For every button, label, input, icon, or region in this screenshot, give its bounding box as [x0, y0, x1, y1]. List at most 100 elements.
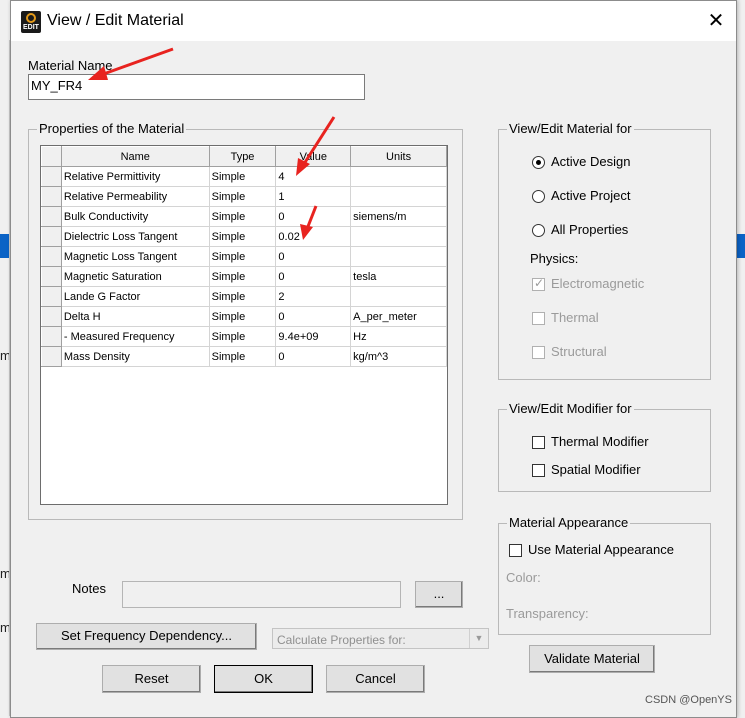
property-units[interactable] — [350, 226, 447, 247]
material-name-input[interactable]: MY_FR4 — [28, 74, 365, 100]
property-value[interactable]: 0 — [275, 346, 352, 367]
validate-material-button[interactable]: Validate Material — [529, 645, 655, 673]
property-name: Relative Permittivity — [61, 166, 210, 187]
property-value[interactable]: 0 — [275, 246, 352, 267]
table-header-row: Name Type Value Units — [41, 146, 447, 167]
property-type[interactable]: Simple — [209, 266, 277, 287]
calculate-properties-select[interactable]: Calculate Properties for: ▼ — [272, 628, 489, 649]
property-units[interactable] — [350, 186, 447, 207]
property-name: Relative Permeability — [61, 186, 210, 207]
table-row[interactable]: Relative Permeability Simple 1 — [41, 186, 447, 207]
row-header[interactable] — [41, 286, 62, 307]
reset-button[interactable]: Reset — [102, 665, 201, 693]
properties-grid[interactable]: Name Type Value Units Relative Permittiv… — [40, 145, 448, 505]
active-project-radio[interactable] — [532, 190, 545, 203]
table-row[interactable]: Dielectric Loss Tangent Simple 0.02 — [41, 226, 447, 247]
property-units[interactable] — [350, 166, 447, 187]
property-units[interactable] — [350, 286, 447, 307]
all-properties-label[interactable]: All Properties — [551, 222, 628, 237]
property-value[interactable]: 0.02 — [275, 226, 352, 247]
property-type[interactable]: Simple — [209, 246, 277, 267]
property-value[interactable]: 4 — [275, 166, 352, 187]
row-header[interactable] — [41, 206, 62, 227]
property-name: Delta H — [61, 306, 210, 327]
transparency-label: Transparency: — [506, 606, 589, 621]
thermal-checkbox[interactable] — [532, 312, 545, 325]
property-name: Bulk Conductivity — [61, 206, 210, 227]
background-panel — [0, 40, 10, 716]
table-row[interactable]: Mass Density Simple 0 kg/m^3 — [41, 346, 447, 367]
property-value[interactable]: 2 — [275, 286, 352, 307]
table-row[interactable]: - Measured Frequency Simple 9.4e+09 Hz — [41, 326, 447, 347]
property-type[interactable]: Simple — [209, 186, 277, 207]
table-row[interactable]: Magnetic Loss Tangent Simple 0 — [41, 246, 447, 267]
row-header[interactable] — [41, 326, 62, 347]
row-header[interactable] — [41, 306, 62, 327]
property-type[interactable]: Simple — [209, 206, 277, 227]
material-edit-icon: EDIT — [21, 11, 41, 33]
table-row[interactable]: Delta H Simple 0 A_per_meter — [41, 306, 447, 327]
all-properties-radio[interactable] — [532, 224, 545, 237]
corner-header — [41, 146, 62, 167]
active-project-label[interactable]: Active Project — [551, 188, 630, 203]
table-row[interactable]: Relative Permittivity Simple 4 — [41, 166, 447, 187]
property-type[interactable]: Simple — [209, 286, 277, 307]
close-icon[interactable]: ✕ — [701, 7, 731, 35]
icon-label: EDIT — [23, 24, 39, 31]
property-units[interactable]: tesla — [350, 266, 447, 287]
active-design-radio[interactable] — [532, 156, 545, 169]
column-header-type[interactable]: Type — [208, 146, 277, 167]
row-header[interactable] — [41, 346, 62, 367]
active-design-label[interactable]: Active Design — [551, 154, 630, 169]
property-units[interactable]: Hz — [350, 326, 447, 347]
table-row[interactable]: Bulk Conductivity Simple 0 siemens/m — [41, 206, 447, 227]
structural-checkbox[interactable] — [532, 346, 545, 359]
row-header[interactable] — [41, 166, 62, 187]
property-name: Mass Density — [61, 346, 210, 367]
row-header[interactable] — [41, 186, 62, 207]
use-appearance-label[interactable]: Use Material Appearance — [528, 542, 674, 557]
property-value[interactable]: 9.4e+09 — [275, 326, 352, 347]
set-frequency-button[interactable]: Set Frequency Dependency... — [36, 623, 257, 650]
table-row[interactable]: Magnetic Saturation Simple 0 tesla — [41, 266, 447, 287]
row-header[interactable] — [41, 246, 62, 267]
electromagnetic-checkbox[interactable] — [532, 276, 545, 291]
property-value[interactable]: 0 — [275, 266, 352, 287]
property-type[interactable]: Simple — [209, 306, 277, 327]
property-type[interactable]: Simple — [209, 226, 277, 247]
property-type[interactable]: Simple — [209, 166, 277, 187]
table-row[interactable]: Lande G Factor Simple 2 — [41, 286, 447, 307]
properties-group-label: Properties of the Material — [37, 121, 187, 136]
property-units[interactable] — [350, 246, 447, 267]
row-header[interactable] — [41, 266, 62, 287]
spatial-modifier-checkbox[interactable] — [532, 464, 545, 477]
physics-label: Physics: — [530, 251, 579, 266]
modifier-group-label: View/Edit Modifier for — [507, 401, 634, 416]
color-label: Color: — [506, 570, 541, 585]
notes-input[interactable] — [122, 581, 401, 608]
cancel-button[interactable]: Cancel — [326, 665, 425, 693]
property-name: Lande G Factor — [61, 286, 210, 307]
property-units[interactable]: kg/m^3 — [350, 346, 447, 367]
property-value[interactable]: 0 — [275, 206, 352, 227]
property-units[interactable]: siemens/m — [350, 206, 447, 227]
dialog-title: View / Edit Material — [47, 12, 184, 29]
property-units[interactable]: A_per_meter — [350, 306, 447, 327]
property-value[interactable]: 1 — [275, 186, 352, 207]
column-header-name[interactable]: Name — [60, 146, 210, 167]
ok-button[interactable]: OK — [214, 665, 313, 693]
column-header-units[interactable]: Units — [350, 146, 447, 167]
row-header[interactable] — [41, 226, 62, 247]
notes-browse-button[interactable]: ... — [415, 581, 463, 608]
property-type[interactable]: Simple — [209, 346, 277, 367]
electromagnetic-label: Electromagnetic — [551, 276, 645, 291]
properties-table: Name Type Value Units Relative Permittiv… — [41, 146, 447, 367]
use-appearance-checkbox[interactable] — [509, 544, 522, 557]
property-type[interactable]: Simple — [209, 326, 277, 347]
column-header-value[interactable]: Value — [275, 146, 352, 167]
thermal-modifier-label[interactable]: Thermal Modifier — [551, 434, 649, 449]
view-edit-material-dialog: EDIT View / Edit Material ✕ Material Nam… — [10, 0, 737, 718]
spatial-modifier-label[interactable]: Spatial Modifier — [551, 462, 641, 477]
property-value[interactable]: 0 — [275, 306, 352, 327]
thermal-modifier-checkbox[interactable] — [532, 436, 545, 449]
